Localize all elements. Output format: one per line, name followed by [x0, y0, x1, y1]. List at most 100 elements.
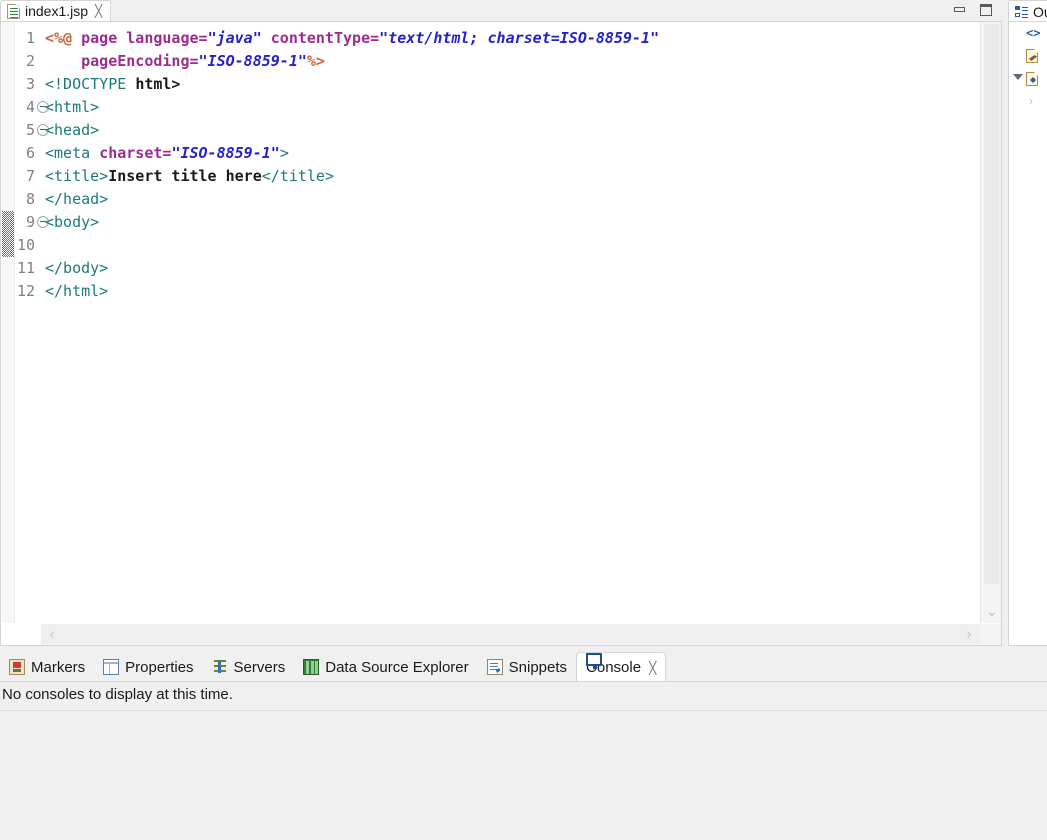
code-text: <html>	[45, 96, 99, 119]
tab-servers[interactable]: Servers	[203, 652, 295, 682]
line-number: 10	[16, 236, 35, 254]
tab-label: Data Source Explorer	[325, 658, 469, 676]
code-line: 11 </body>	[1, 257, 979, 280]
code-line: 8 </head>	[1, 188, 979, 211]
vertical-scroll-thumb[interactable]	[984, 24, 999, 584]
chevron-down-icon[interactable]	[1013, 74, 1023, 80]
tab-snippets[interactable]: Snippets	[478, 652, 576, 682]
code-line: 5 <head>	[1, 119, 979, 142]
code-line: 10	[1, 234, 979, 257]
line-number: 7	[25, 167, 35, 185]
tab-properties[interactable]: Properties	[94, 652, 202, 682]
editor-vertical-scrollbar[interactable]: ⌃ ⌄	[980, 22, 1001, 623]
outline-tree[interactable]: <> ›	[1008, 21, 1047, 646]
code-token: >	[279, 144, 289, 162]
maximize-button[interactable]	[978, 3, 994, 17]
code-line: 9 <body>	[1, 211, 979, 234]
code-line: 3 <!DOCTYPE html>	[1, 73, 979, 96]
code-text: </body>	[45, 257, 108, 280]
close-icon[interactable]: ╳	[95, 5, 102, 17]
code-line: 7 <title>Insert title here</title>	[1, 165, 979, 188]
code-line: 2 pageEncoding="ISO-8859-1"%>	[1, 50, 979, 73]
code-token: <head>	[45, 121, 100, 139]
editor-stack: index1.jsp ╳ 1 <%@ page language="java" c…	[0, 0, 1002, 646]
tab-label: Markers	[31, 658, 86, 676]
code-line: 12 </html>	[1, 280, 979, 303]
console-view[interactable]: No consoles to display at this time.	[0, 681, 1047, 840]
editor-tab-index1-jsp[interactable]: index1.jsp ╳	[0, 0, 112, 22]
bottom-panel: Markers Properties Servers Data Source Expl…	[0, 652, 1047, 840]
line-number: 5	[25, 121, 35, 139]
horizontal-scrollbar-pad	[1, 624, 41, 645]
code-token: contentType=	[270, 29, 380, 47]
scroll-right-icon[interactable]: ›	[966, 628, 972, 642]
code-token: "ISO-8859-1"	[198, 52, 307, 70]
code-token: </body>	[45, 259, 109, 277]
tab-label: Snippets	[508, 658, 568, 676]
outline-row[interactable]	[1009, 45, 1047, 68]
scroll-down-icon[interactable]: ⌄	[986, 605, 998, 619]
line-number: 2	[25, 52, 35, 70]
code-token: <meta	[45, 144, 100, 162]
tab-label: Servers	[233, 658, 286, 676]
code-lines: 1 <%@ page language="java" contentType="t…	[1, 27, 979, 303]
scrollbar-corner	[980, 624, 1001, 645]
outline-tab-label: Ou	[1033, 3, 1047, 20]
code-token: <title>	[45, 167, 109, 185]
code-token: <html>	[45, 98, 100, 116]
properties-icon	[103, 659, 120, 675]
minimize-button[interactable]	[952, 3, 968, 17]
tab-outline[interactable]: Ou	[1008, 0, 1047, 22]
line-number: 6	[25, 144, 35, 162]
code-token: pageEncoding=	[81, 52, 199, 70]
code-text: pageEncoding="ISO-8859-1"%>	[45, 50, 325, 73]
code-text: <body>	[45, 211, 99, 234]
outline-row[interactable]	[1009, 68, 1047, 91]
code-token: "java"	[207, 29, 262, 47]
close-icon[interactable]: ╳	[649, 662, 656, 674]
code-line: 1 <%@ page language="java" contentType="t…	[1, 27, 979, 50]
code-token: html>	[135, 75, 181, 93]
code-text: <head>	[45, 119, 99, 142]
code-token: <body>	[45, 213, 100, 231]
code-token: language=	[126, 29, 208, 47]
editor-window-controls	[952, 3, 994, 17]
line-number: 11	[16, 259, 35, 277]
code-token: %>	[306, 52, 325, 70]
console-message: No consoles to display at this time.	[2, 686, 233, 703]
code-token: </html>	[45, 282, 109, 300]
outline-row: ›	[1009, 91, 1047, 114]
code-text: <!DOCTYPE html>	[45, 73, 180, 96]
markers-icon	[9, 659, 25, 675]
servers-icon	[212, 659, 228, 675]
line-number: 4	[25, 98, 35, 116]
editor-horizontal-scrollbar[interactable]: ‹ ›	[41, 624, 980, 645]
code-text: </html>	[45, 280, 108, 303]
code-token: <!DOCTYPE	[45, 75, 136, 93]
tab-markers[interactable]: Markers	[0, 652, 94, 682]
line-number: 1	[25, 29, 35, 47]
code-text: <title>Insert title here</title>	[45, 165, 334, 188]
tab-console[interactable]: Console ╳	[576, 652, 667, 682]
editor-body: 1 <%@ page language="java" contentType="t…	[0, 21, 1002, 646]
code-token: "text/html; charset=ISO-8859-1"	[379, 29, 660, 47]
scroll-left-icon[interactable]: ‹	[49, 628, 55, 642]
outline-more-icon: ›	[1029, 94, 1033, 108]
editor-tabbar: index1.jsp ╳	[0, 0, 1002, 22]
code-token: </title>	[261, 167, 334, 185]
console-separator	[0, 710, 1047, 711]
code-token: page	[81, 29, 127, 47]
outline-row[interactable]: <>	[1009, 22, 1047, 45]
jsp-directive-icon	[1026, 49, 1041, 64]
console-icon	[586, 653, 603, 669]
tab-data-source-explorer[interactable]: Data Source Explorer	[294, 652, 477, 682]
line-number: 9	[25, 213, 35, 231]
line-number: 8	[25, 190, 35, 208]
line-number: 12	[16, 282, 35, 300]
code-text: </head>	[45, 188, 108, 211]
code-editor-area[interactable]: 1 <%@ page language="java" contentType="t…	[1, 22, 979, 623]
code-line: 4 <html>	[1, 96, 979, 119]
code-token: charset=	[99, 144, 172, 162]
